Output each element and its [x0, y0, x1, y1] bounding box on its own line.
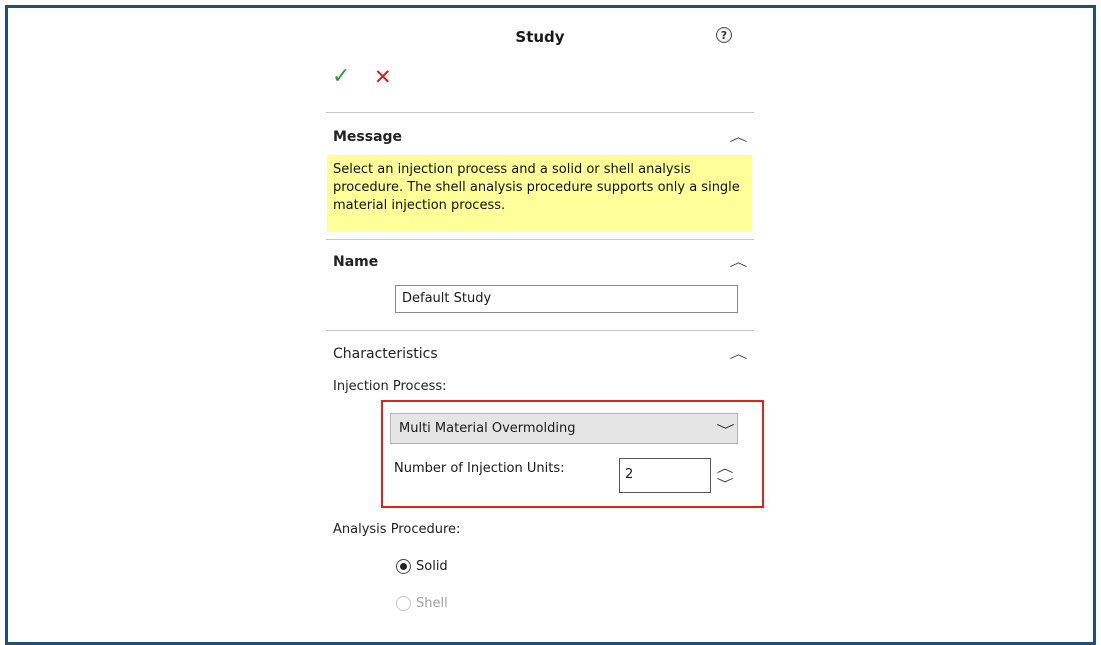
ok-check-icon[interactable]: ✓ [332, 64, 350, 89]
injection-process-label: Injection Process: [333, 379, 447, 394]
injection-units-label: Number of Injection Units: [394, 461, 565, 476]
message-section-title[interactable]: Message [333, 129, 402, 145]
divider [326, 239, 754, 240]
message-text: Select an injection process and a solid … [327, 155, 752, 232]
shell-radio[interactable] [396, 596, 411, 611]
solid-radio[interactable] [396, 559, 411, 574]
injection-units-input[interactable]: 2 [619, 458, 711, 493]
property-manager-panel: Study ? ✓ ✕ Message ︿ Select an injectio… [326, 0, 764, 625]
analysis-procedure-label: Analysis Procedure: [333, 522, 461, 537]
help-icon[interactable]: ? [716, 27, 732, 43]
injection-process-select[interactable]: Multi Material Overmolding [390, 413, 738, 444]
characteristics-collapse-chevron-up-icon[interactable]: ︿ [729, 343, 747, 362]
name-collapse-chevron-up-icon[interactable]: ︿ [729, 251, 747, 270]
solid-radio-label[interactable]: Solid [416, 559, 448, 574]
divider [326, 112, 754, 113]
divider [326, 330, 754, 331]
characteristics-section-title[interactable]: Characteristics [333, 346, 438, 362]
shell-radio-label[interactable]: Shell [416, 596, 448, 611]
message-collapse-chevron-up-icon[interactable]: ︿ [729, 126, 747, 145]
spin-up-chevron-icon[interactable]: ︿ [717, 459, 734, 476]
dialog-title: Study [515, 28, 565, 46]
name-section-title[interactable]: Name [333, 254, 378, 270]
study-name-input[interactable]: Default Study [395, 285, 738, 313]
spin-down-chevron-icon[interactable]: ﹀ [717, 475, 734, 492]
dropdown-chevron-down-icon[interactable]: ﹀ [716, 420, 734, 439]
cancel-close-icon[interactable]: ✕ [374, 65, 392, 89]
